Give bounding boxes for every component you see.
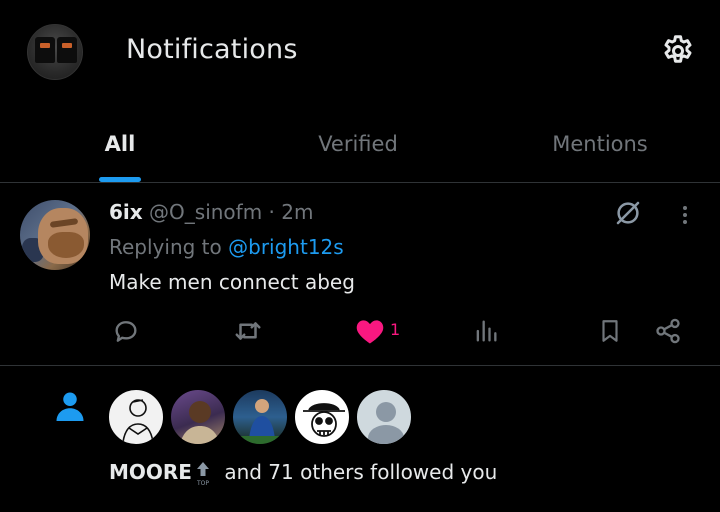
like-button[interactable]: [352, 314, 388, 348]
like-count: 1: [390, 320, 401, 339]
profile-avatar[interactable]: [27, 24, 83, 80]
avatar-detail: [48, 232, 84, 258]
header: Notifications: [0, 0, 720, 104]
person-icon: [52, 388, 88, 424]
follower-avatar-default[interactable]: [355, 388, 413, 446]
share-icon: [656, 318, 680, 344]
tab-all[interactable]: All: [60, 104, 180, 183]
avatar-shirt-graphic: [57, 37, 77, 63]
default-avatar-body: [368, 425, 404, 444]
replying-to-line: Replying to @bright12s: [109, 235, 344, 259]
views-button[interactable]: [468, 313, 504, 349]
share-button[interactable]: [650, 313, 686, 349]
follow-rest-text: and 71 others followed you: [217, 460, 498, 484]
top-arrow-badge: TOP: [194, 461, 212, 487]
tweet-header: 6ix @O_sinofm · 2m: [109, 200, 313, 224]
bookmark-button[interactable]: [592, 313, 628, 349]
follower-name[interactable]: MOORE: [109, 460, 192, 484]
follow-summary: MOORE TOP and 71 others followed you: [109, 460, 497, 487]
bookmark-icon: [602, 320, 618, 342]
gear-icon: [664, 35, 692, 63]
page-title: Notifications: [126, 34, 298, 65]
reply-target-link[interactable]: @bright12s: [228, 235, 344, 259]
follower-avatar[interactable]: [107, 388, 165, 446]
follower-avatar[interactable]: [293, 388, 351, 446]
author-name[interactable]: 6ix: [109, 200, 143, 224]
tab-verified[interactable]: Verified: [278, 104, 438, 183]
more-options-button[interactable]: [668, 198, 702, 232]
tweet-text: Make men connect abeg: [109, 270, 355, 294]
follower-avatar[interactable]: [231, 388, 289, 446]
grok-button[interactable]: [608, 196, 648, 230]
more-vertical-icon: [683, 206, 687, 224]
analytics-icon: [476, 320, 497, 342]
grok-icon: [616, 201, 640, 225]
top-badge-text: TOP: [196, 480, 209, 487]
reply-button[interactable]: [108, 313, 144, 349]
repost-button[interactable]: [228, 313, 268, 349]
meta-separator: ·: [262, 200, 282, 224]
reply-icon: [115, 321, 137, 342]
avatar-shirt-graphic: [35, 37, 55, 63]
notification-tabs: All Verified Mentions: [0, 104, 720, 183]
repost-icon: [235, 322, 261, 340]
tab-mentions[interactable]: Mentions: [520, 104, 680, 183]
tweet-time: 2m: [281, 200, 314, 224]
heart-filled-icon: [356, 320, 384, 344]
follower-avatars: [107, 388, 417, 446]
settings-button[interactable]: [659, 32, 697, 70]
follower-avatar[interactable]: [169, 388, 227, 446]
tweet-author-avatar[interactable]: [20, 200, 90, 270]
author-handle[interactable]: @O_sinofm: [149, 200, 262, 224]
active-tab-indicator: [99, 177, 141, 182]
default-avatar-head: [376, 402, 396, 422]
replying-prefix: Replying to: [109, 235, 229, 259]
